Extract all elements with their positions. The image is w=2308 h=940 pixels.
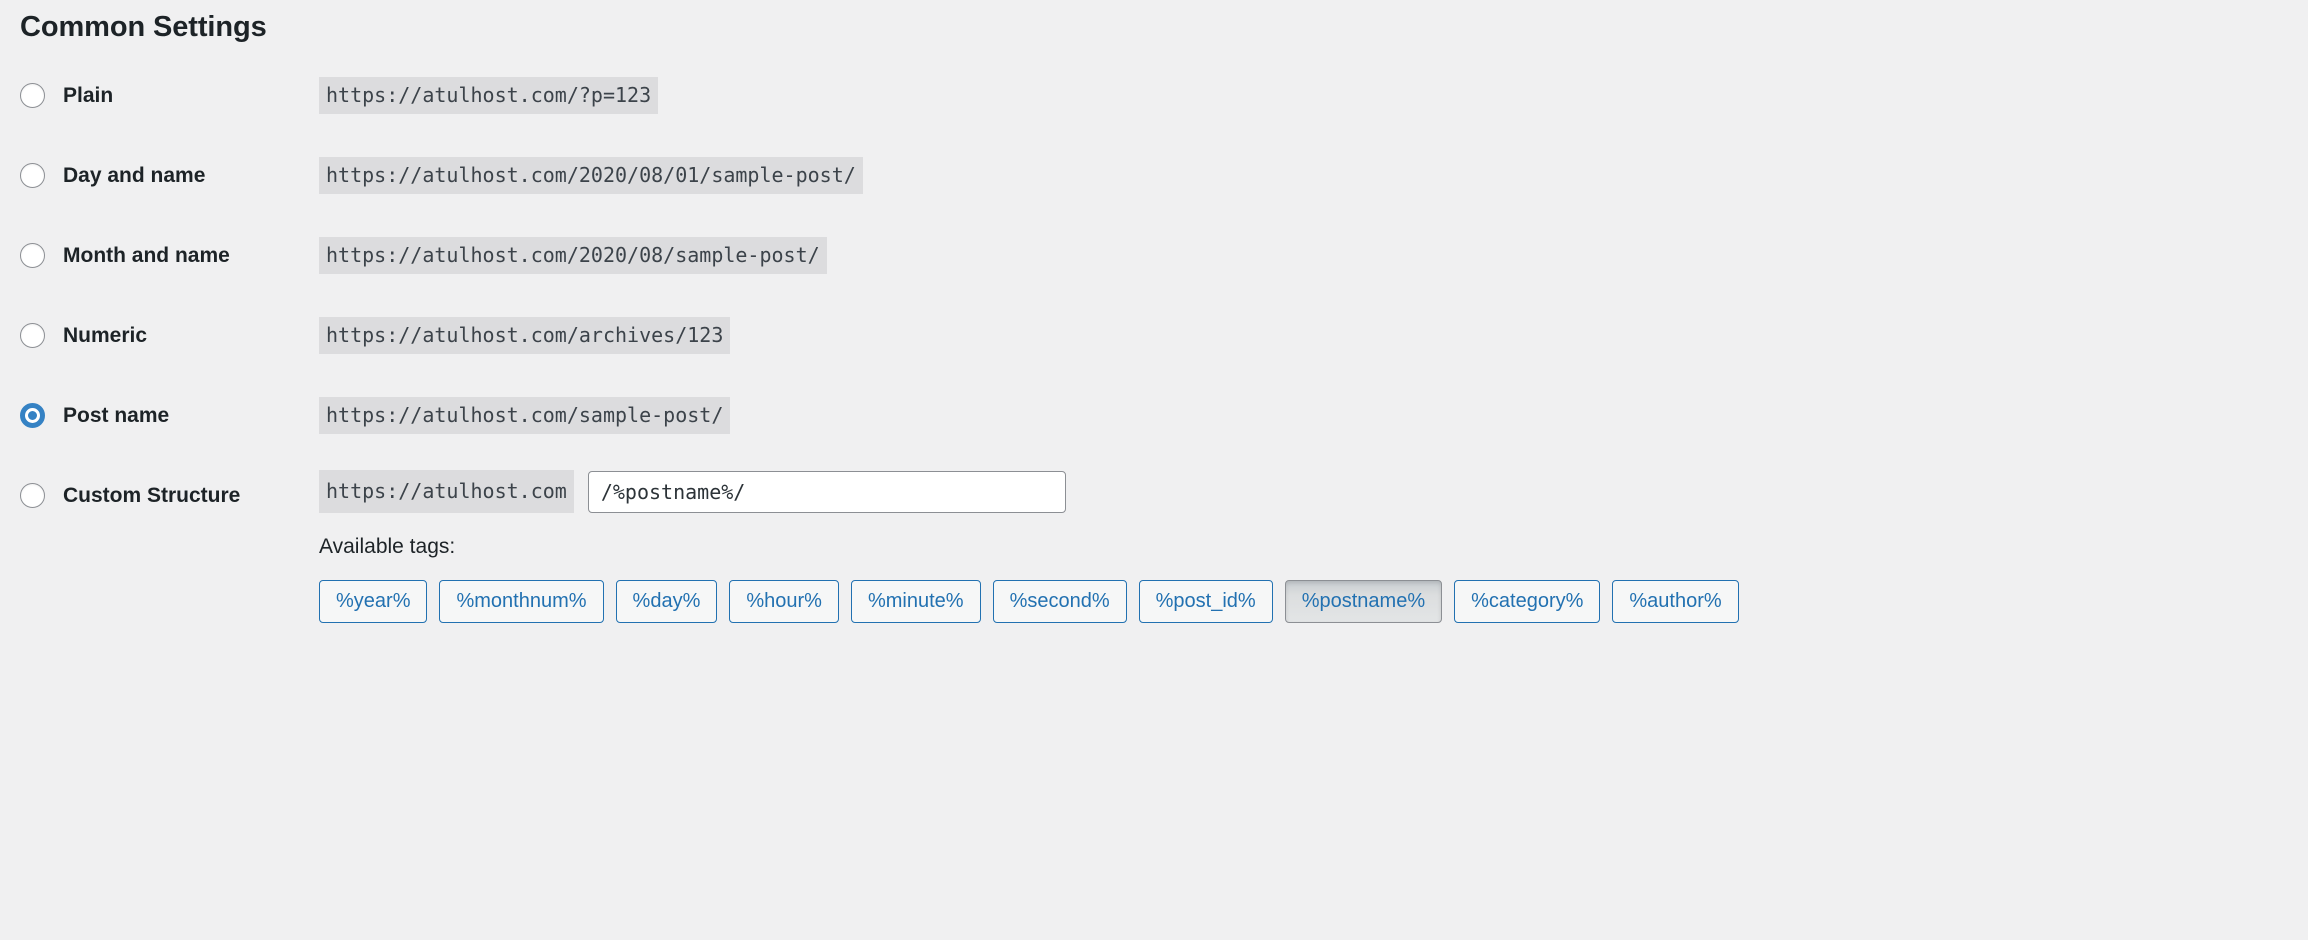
custom-structure-fields: https://atulhost.com [319,470,1066,513]
permalink-example-day-and-name: https://atulhost.com/2020/08/01/sample-p… [319,156,863,194]
custom-structure-site-prefix: https://atulhost.com [319,470,574,513]
permalink-options-list: Plain https://atulhost.com/?p=123 Day an… [0,74,2308,624]
available-tags-label: Available tags: [319,535,456,558]
radio-input-post-name[interactable] [20,402,45,428]
permalink-settings-page: Common Settings Plain https://atulhost.c… [0,0,2308,940]
custom-structure-input[interactable] [587,470,1066,513]
radio-option-month-and-name[interactable]: Month and name [20,234,320,276]
permalink-example-cell: https://atulhost.com/2020/08/sample-post… [319,234,827,276]
page-title: Common Settings [20,11,267,43]
radio-label-custom-structure: Custom Structure [63,483,241,507]
tag-button-post-id[interactable]: %post_id% [1138,580,1273,623]
permalink-option-row: Month and name https://atulhost.com/2020… [0,234,2308,314]
radio-option-post-name[interactable]: Post name [20,394,320,436]
radio-label-numeric: Numeric [63,323,148,347]
permalink-option-row: Day and name https://atulhost.com/2020/0… [0,154,2308,234]
tag-button-hour[interactable]: %hour% [729,580,839,623]
tag-button-day[interactable]: %day% [615,580,718,623]
radio-label-plain: Plain [63,83,114,107]
permalink-option-row: Numeric https://atulhost.com/archives/12… [0,314,2308,394]
tag-button-category[interactable]: %category% [1454,580,1601,623]
tag-button-minute[interactable]: %minute% [850,580,981,623]
tag-button-author[interactable]: %author% [1612,580,1739,623]
radio-input-month-and-name[interactable] [20,242,45,268]
radio-input-plain[interactable] [20,82,45,108]
tag-button-second[interactable]: %second% [992,580,1127,623]
radio-option-custom-structure[interactable]: Custom Structure [20,474,320,516]
radio-option-day-and-name[interactable]: Day and name [20,154,320,196]
radio-label-post-name: Post name [63,403,170,427]
permalink-option-row: Post name https://atulhost.com/sample-po… [0,394,2308,474]
tag-button-monthnum[interactable]: %monthnum% [439,580,604,623]
radio-label-day-and-name: Day and name [63,163,206,187]
radio-label-month-and-name: Month and name [63,243,230,267]
permalink-example-post-name: https://atulhost.com/sample-post/ [319,396,731,434]
available-tags-list: %year% %monthnum% %day% %hour% %minute% … [319,580,1739,623]
radio-input-day-and-name[interactable] [20,162,45,188]
radio-option-plain[interactable]: Plain [20,74,320,116]
permalink-example-month-and-name: https://atulhost.com/2020/08/sample-post… [319,236,827,274]
radio-option-numeric[interactable]: Numeric [20,314,320,356]
radio-input-custom-structure[interactable] [20,482,45,508]
tag-button-year[interactable]: %year% [319,580,428,623]
radio-input-numeric[interactable] [20,322,45,348]
permalink-example-cell: https://atulhost.com/sample-post/ [319,394,731,436]
permalink-example-cell: https://atulhost.com/archives/123 [319,314,731,356]
permalink-option-row-custom: Custom Structure https://atulhost.com Av… [0,470,2308,624]
tag-button-postname[interactable]: %postname% [1284,580,1443,623]
permalink-example-cell: https://atulhost.com/2020/08/01/sample-p… [319,154,863,196]
permalink-example-plain: https://atulhost.com/?p=123 [319,76,659,114]
permalink-example-cell: https://atulhost.com/?p=123 [319,74,659,116]
permalink-option-row: Plain https://atulhost.com/?p=123 [0,74,2308,154]
permalink-example-numeric: https://atulhost.com/archives/123 [319,316,731,354]
